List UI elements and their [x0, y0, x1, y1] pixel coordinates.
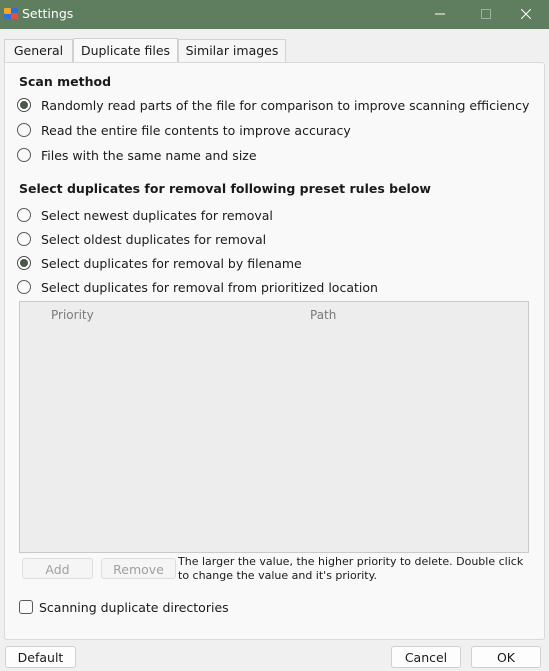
close-icon — [521, 9, 531, 19]
removal-rules-heading: Select duplicates for removal following … — [19, 181, 431, 196]
priority-table[interactable]: Priority Path — [19, 301, 529, 553]
tab-duplicate-files[interactable]: Duplicate files — [73, 38, 178, 63]
duplicate-files-panel: Scan method Randomly read parts of the f… — [4, 62, 545, 640]
window-title: Settings — [22, 6, 74, 21]
scan-method-heading: Scan method — [19, 74, 112, 89]
close-button[interactable] — [503, 0, 549, 29]
radio-button[interactable] — [17, 232, 31, 246]
minimize-icon — [435, 13, 445, 15]
radio-label: Files with the same name and size — [41, 148, 257, 163]
radio-label: Randomly read parts of the file for comp… — [41, 98, 530, 113]
cancel-button[interactable]: Cancel — [391, 646, 461, 668]
maximize-icon — [481, 9, 491, 19]
priority-hint: The larger the value, the higher priorit… — [178, 555, 524, 582]
column-header-path[interactable]: Path — [310, 308, 336, 322]
radio-button[interactable] — [17, 98, 31, 112]
radio-button[interactable] — [17, 280, 31, 294]
ok-button[interactable]: OK — [471, 646, 541, 668]
radio-label: Select oldest duplicates for removal — [41, 232, 267, 247]
remove-button[interactable]: Remove — [101, 558, 176, 579]
tab-general[interactable]: General — [4, 39, 73, 62]
tab-similar-images[interactable]: Similar images — [178, 39, 286, 62]
column-header-priority[interactable]: Priority — [51, 308, 94, 322]
default-button[interactable]: Default — [5, 646, 76, 668]
app-logo-icon — [4, 6, 18, 20]
radio-button[interactable] — [17, 123, 31, 137]
checkbox-label: Scanning duplicate directories — [39, 600, 229, 615]
add-button[interactable]: Add — [22, 558, 93, 579]
minimize-button[interactable] — [417, 0, 463, 29]
radio-label: Select newest duplicates for removal — [41, 208, 273, 223]
radio-label: Select duplicates for removal by filenam… — [41, 256, 302, 271]
checkbox[interactable] — [19, 600, 33, 614]
radio-button[interactable] — [17, 148, 31, 162]
radio-label: Read the entire file contents to improve… — [41, 123, 351, 138]
radio-button[interactable] — [17, 256, 31, 270]
radio-button[interactable] — [17, 208, 31, 222]
title-bar: Settings — [0, 0, 549, 29]
radio-label: Select duplicates for removal from prior… — [41, 280, 378, 295]
